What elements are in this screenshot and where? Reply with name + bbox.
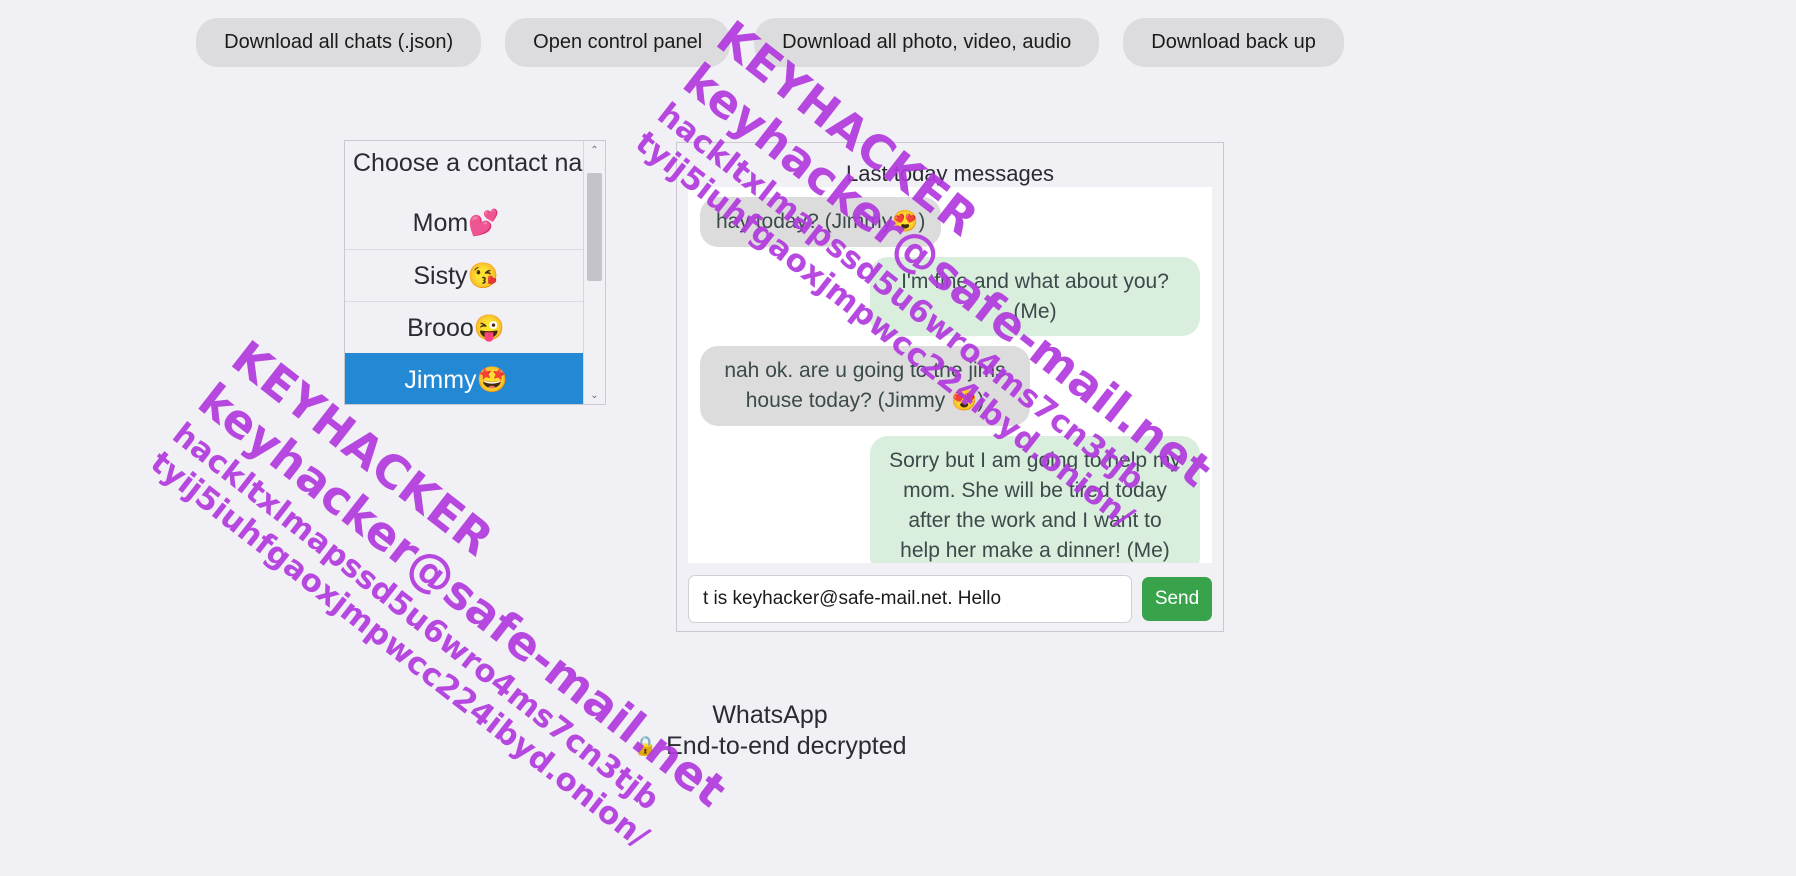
chat-title: Last today messages [846, 161, 1054, 186]
download-backup-button[interactable]: Download back up [1123, 18, 1344, 67]
send-button[interactable]: Send [1142, 577, 1212, 621]
message-bubble-outgoing: Sorry but I am going to help my mom. She… [870, 436, 1200, 563]
message-composer: Send [688, 575, 1212, 623]
app-root: Download all chats (.json) Open control … [0, 0, 1796, 871]
message-bubble-incoming: nah ok. are u going to the jims house to… [700, 346, 1030, 427]
scroll-up-icon[interactable]: ⌃ [584, 141, 605, 159]
footer: WhatsApp 🔒 End-to-end decrypted [0, 700, 1540, 763]
download-all-chats-button[interactable]: Download all chats (.json) [196, 18, 482, 67]
contact-list-scrollview: Choose a contact name Mom💕 Sisty😘 Brooo😜… [345, 141, 583, 404]
message-row: hay today? (Jimmy😍) [688, 197, 1212, 247]
contact-item-jimmy[interactable]: Jimmy🤩 [345, 353, 583, 404]
lock-icon: 🔒 [633, 736, 658, 757]
contact-item-mom[interactable]: Mom💕 [345, 197, 583, 249]
message-bubble-outgoing: I'm fine and what about you? (Me) [870, 256, 1200, 337]
contact-item-brooo[interactable]: Brooo😜 [345, 301, 583, 353]
message-row: nah ok. are u going to the jims house to… [688, 346, 1212, 427]
app-name-label: WhatsApp [712, 701, 828, 729]
watermark-line-3: hackltxlmapssd5u6wro4ms7cn3tjb [166, 415, 667, 818]
contact-list-header: Choose a contact name [353, 149, 583, 177]
chat-panel: Last today messages hay today? (Jimmy😍) … [676, 142, 1224, 632]
message-bubble-incoming: hay today? (Jimmy😍) [700, 197, 942, 247]
contact-item-sisty[interactable]: Sisty😘 [345, 249, 583, 301]
message-row: I'm fine and what about you? (Me) [688, 256, 1212, 337]
message-list: hay today? (Jimmy😍) I'm fine and what ab… [688, 187, 1212, 563]
contact-list-scrollbar[interactable]: ⌃ ⌄ [583, 141, 605, 404]
message-input[interactable] [688, 575, 1132, 623]
message-row: Sorry but I am going to help my mom. She… [688, 436, 1212, 563]
download-media-button[interactable]: Download all photo, video, audio [754, 18, 1100, 67]
top-toolbar: Download all chats (.json) Open control … [0, 18, 1540, 67]
watermark-line-4: tyij5iuhfgaoxjmpwcc224ibyd.onion/ [143, 444, 656, 856]
encryption-status: 🔒 End-to-end decrypted [0, 731, 1540, 762]
scroll-down-icon[interactable]: ⌄ [584, 386, 605, 404]
contact-list-panel: Choose a contact name Mom💕 Sisty😘 Brooo😜… [344, 140, 606, 405]
encryption-status-label: End-to-end decrypted [666, 732, 907, 761]
open-control-panel-button[interactable]: Open control panel [505, 18, 731, 67]
scrollbar-thumb[interactable] [587, 173, 602, 281]
